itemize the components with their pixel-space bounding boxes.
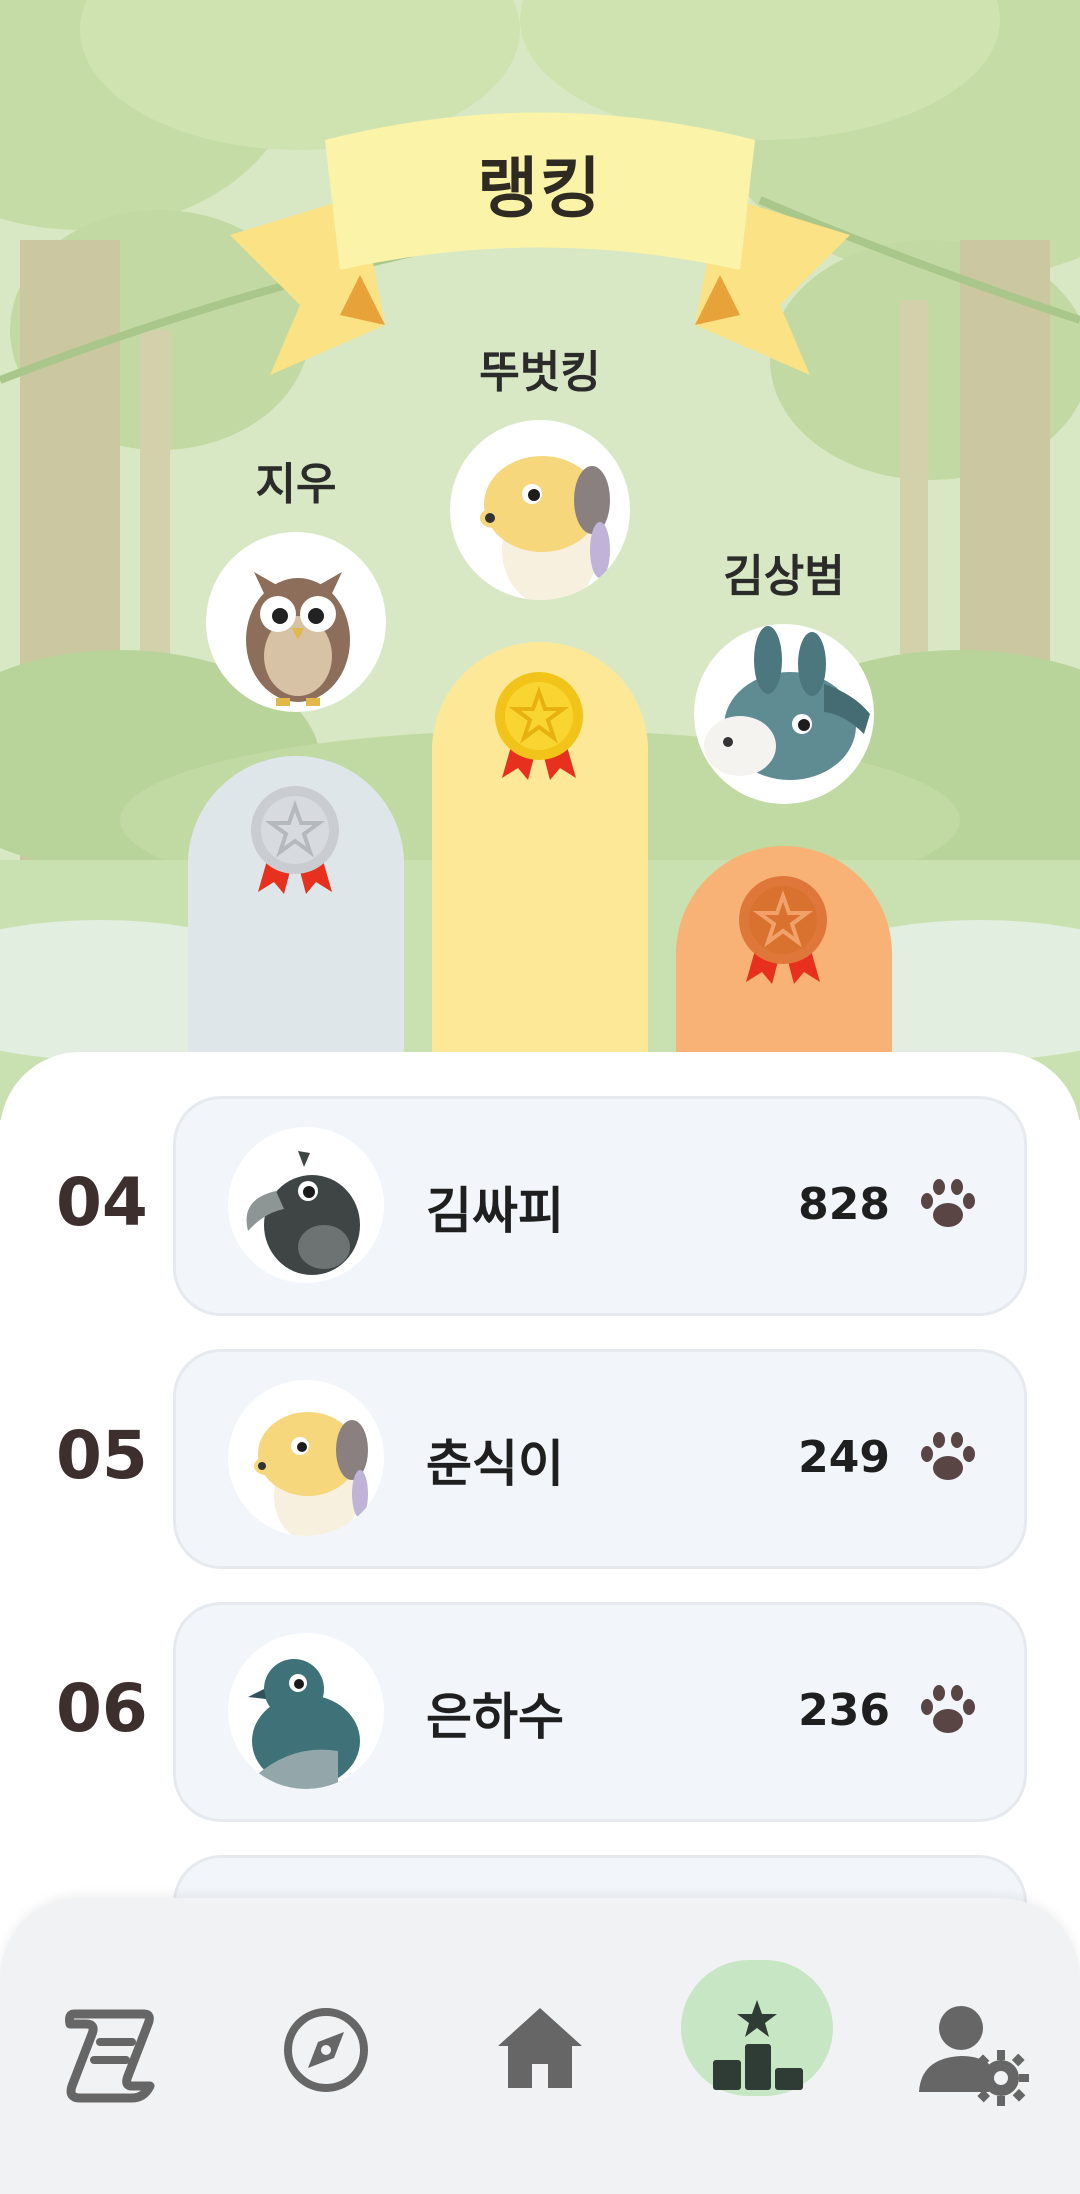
ranking-row[interactable]: 05 춘식이 249 (0, 1349, 1080, 1571)
paw-icon (921, 1432, 975, 1480)
rank-score: 236 (798, 1685, 890, 1736)
rank-player-name: 은하수 (426, 1688, 564, 1746)
compass-icon (284, 2008, 368, 2092)
rank-number: 05 (56, 1417, 148, 1494)
paw-icon (921, 1179, 975, 1227)
podium-avatar-third[interactable] (694, 624, 874, 804)
avatar (228, 1127, 384, 1283)
avatar (228, 1380, 384, 1536)
paw-icon (921, 1685, 975, 1733)
home-icon (498, 2008, 582, 2088)
bronze-medal-icon (739, 876, 827, 984)
rank-number: 04 (56, 1164, 148, 1241)
podium-avatar-first[interactable] (450, 420, 630, 600)
nav-settings[interactable] (903, 1980, 1043, 2120)
rank-player-name: 김싸피 (426, 1182, 564, 1240)
dog-avatar-icon (480, 456, 610, 600)
nav-quests[interactable] (40, 1980, 180, 2120)
podium-star-icon (713, 2000, 803, 2090)
donkey-avatar-icon (704, 626, 870, 780)
dog-avatar-icon (254, 1412, 368, 1536)
rank-player-name: 춘식이 (426, 1435, 564, 1493)
ranking-card[interactable]: 김싸피 828 (173, 1096, 1027, 1316)
nav-ranking[interactable] (687, 1980, 827, 2120)
bottom-navigation (0, 1898, 1080, 2194)
user-gear-icon (919, 2006, 1029, 2106)
podium-name-second: 지우 (255, 459, 337, 510)
podium-name-first: 뚜벗킹 (479, 347, 601, 398)
silver-medal-icon (251, 786, 339, 894)
ranking-card[interactable]: 은하수 236 (173, 1602, 1027, 1822)
avatar (228, 1633, 384, 1789)
pigeon-avatar-icon (248, 1659, 360, 1789)
rank-number: 06 (56, 1670, 148, 1747)
page-title: 랭킹 (477, 150, 603, 227)
podium-name-third: 김상범 (723, 551, 845, 602)
ranking-row[interactable]: 06 은하수 236 (0, 1602, 1080, 1824)
podium-avatar-second[interactable] (206, 532, 386, 712)
scroll-icon (65, 2009, 155, 2103)
rank-score: 828 (798, 1179, 890, 1230)
rank-score: 249 (798, 1432, 890, 1483)
ranking-row[interactable]: 04 김싸피 828 (0, 1096, 1080, 1318)
owl-avatar-icon (246, 572, 350, 706)
dark-bird-avatar-icon (246, 1151, 360, 1275)
nav-explore[interactable] (256, 1980, 396, 2120)
gold-medal-icon (495, 672, 583, 780)
nav-home[interactable] (470, 1980, 610, 2120)
ranking-card[interactable]: 춘식이 249 (173, 1349, 1027, 1569)
